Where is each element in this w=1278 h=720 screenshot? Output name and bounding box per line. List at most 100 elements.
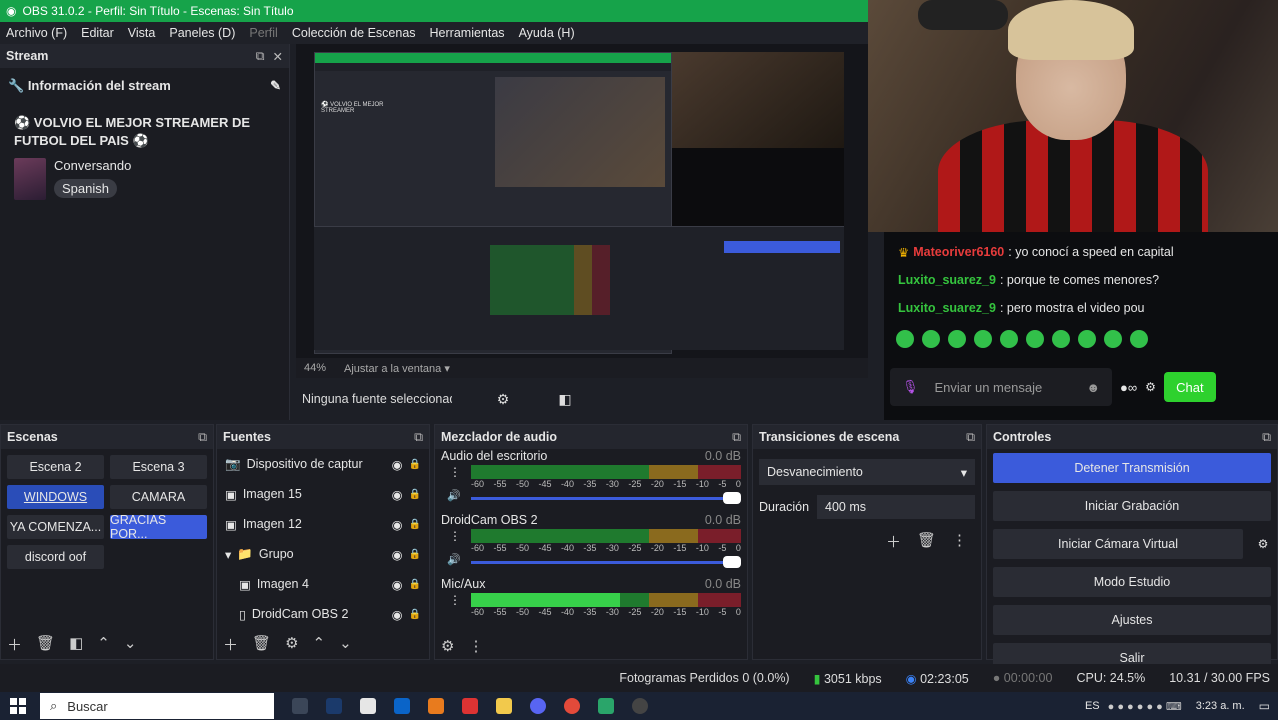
track-menu-icon[interactable]: ⋮ bbox=[449, 529, 461, 543]
taskview-icon[interactable] bbox=[292, 698, 308, 714]
mic-icon[interactable]: 🎙 bbox=[902, 379, 919, 395]
source-item[interactable]: 📷 Dispositivo de captur ◉ 🔒 bbox=[217, 449, 429, 479]
obs-icon[interactable] bbox=[632, 698, 648, 714]
scene-item[interactable]: WINDOWS bbox=[7, 485, 104, 509]
filter-icon[interactable]: ◧ bbox=[69, 634, 83, 655]
close-icon[interactable]: ✕ bbox=[273, 49, 283, 64]
add-icon[interactable]: ＋ bbox=[7, 634, 22, 655]
duration-input[interactable]: 400 ms bbox=[817, 495, 975, 519]
explorer-icon[interactable] bbox=[496, 698, 512, 714]
trash-icon[interactable]: 🗑 bbox=[917, 531, 936, 552]
menu-item[interactable]: Herramientas bbox=[430, 26, 505, 40]
scene-item[interactable]: discord oof bbox=[7, 545, 104, 569]
chrome-icon[interactable] bbox=[564, 698, 580, 714]
trash-icon[interactable]: 🗑 bbox=[36, 634, 55, 655]
chat-input[interactable]: 🎙 Enviar un mensaje ☻ bbox=[890, 368, 1112, 406]
volume-slider[interactable] bbox=[471, 489, 741, 507]
undock-icon[interactable]: ⧉ bbox=[1262, 430, 1271, 445]
virtual-camera-settings-icon[interactable]: ⚙ bbox=[1249, 537, 1277, 551]
gear-icon[interactable]: ⚙ bbox=[285, 634, 298, 655]
arrow-up-icon[interactable]: ⌃ bbox=[97, 634, 110, 655]
clock[interactable]: 3:23 a. m. bbox=[1196, 700, 1245, 712]
fit-window-select[interactable]: Ajustar a la ventana ▾ bbox=[344, 362, 450, 375]
lock-icon[interactable]: 🔒 bbox=[409, 609, 421, 620]
edge-icon[interactable] bbox=[598, 698, 614, 714]
source-item[interactable]: ▯ DroidCam OBS 2 ◉ 🔒 bbox=[217, 599, 429, 629]
notification-icon[interactable]: ▭ bbox=[1259, 699, 1270, 713]
settings-icon[interactable]: ⚙ bbox=[1145, 380, 1156, 394]
chat-username[interactable]: Luxito_suarez_9 bbox=[898, 301, 996, 315]
app-icon[interactable] bbox=[428, 698, 444, 714]
emote-icon[interactable] bbox=[948, 330, 966, 348]
chat-username[interactable]: Luxito_suarez_9 bbox=[898, 273, 996, 287]
lock-icon[interactable]: 🔒 bbox=[409, 489, 421, 500]
menu-dots-icon[interactable]: ⋮ bbox=[952, 531, 967, 552]
track-menu-icon[interactable]: ⋮ bbox=[449, 465, 461, 479]
menu-item[interactable]: Vista bbox=[128, 26, 156, 40]
source-item[interactable]: ▣ Imagen 12 ◉ 🔒 bbox=[217, 509, 429, 539]
arrow-up-icon[interactable]: ⌃ bbox=[313, 634, 326, 655]
emote-icon[interactable] bbox=[974, 330, 992, 348]
visibility-eye-icon[interactable]: ◉ bbox=[392, 577, 403, 592]
scene-item[interactable]: GRACIAS POR... bbox=[110, 513, 207, 541]
lock-icon[interactable]: 🔒 bbox=[409, 519, 421, 530]
app2-icon[interactable] bbox=[462, 698, 478, 714]
menu-item[interactable]: Editar bbox=[81, 26, 114, 40]
arrow-down-icon[interactable]: ⌄ bbox=[339, 634, 352, 655]
chat-username[interactable]: Mateoriver6160 bbox=[913, 245, 1004, 259]
visibility-eye-icon[interactable]: ◉ bbox=[392, 457, 403, 472]
scene-item[interactable]: Escena 3 bbox=[110, 455, 207, 479]
trash-icon[interactable]: 🗑 bbox=[252, 634, 271, 655]
menu-dots-icon[interactable]: ⋮ bbox=[468, 637, 483, 655]
visibility-eye-icon[interactable]: ◉ bbox=[392, 547, 403, 562]
menu-item[interactable]: Colección de Escenas bbox=[292, 26, 416, 40]
emote-icon[interactable] bbox=[896, 330, 914, 348]
lock-icon[interactable]: 🔒 bbox=[409, 459, 421, 470]
visibility-eye-icon[interactable]: ◉ bbox=[392, 607, 403, 622]
language-indicator[interactable]: ES bbox=[1085, 700, 1100, 712]
control-button[interactable]: Modo Estudio bbox=[993, 567, 1271, 597]
source-item[interactable]: ▣ Imagen 4 ◉ 🔒 bbox=[217, 569, 429, 599]
scene-item[interactable]: Escena 2 bbox=[7, 455, 104, 479]
control-button[interactable]: Iniciar Cámara Virtual bbox=[993, 529, 1243, 559]
transition-select[interactable]: Desvanecimiento ▾ bbox=[759, 459, 975, 485]
lock-icon[interactable]: 🔒 bbox=[409, 549, 421, 560]
emote-icon[interactable] bbox=[1026, 330, 1044, 348]
language-tag[interactable]: Spanish bbox=[54, 179, 117, 198]
windows-start-icon[interactable] bbox=[10, 698, 26, 714]
undock-icon[interactable]: ⧉ bbox=[256, 49, 265, 64]
volume-slider[interactable] bbox=[471, 553, 741, 571]
edit-icon[interactable]: ✎ bbox=[270, 78, 281, 94]
emote-icon[interactable] bbox=[922, 330, 940, 348]
undock-icon[interactable]: ⧉ bbox=[414, 430, 423, 445]
source-item[interactable]: ▣ Imagen 15 ◉ 🔒 bbox=[217, 479, 429, 509]
add-icon[interactable]: ＋ bbox=[886, 531, 901, 552]
control-button[interactable]: Detener Transmisión bbox=[993, 453, 1271, 483]
undock-icon[interactable]: ⧉ bbox=[198, 430, 207, 445]
store-icon[interactable] bbox=[360, 698, 376, 714]
emote-icon[interactable] bbox=[1104, 330, 1122, 348]
control-button[interactable]: Iniciar Grabación bbox=[993, 491, 1271, 521]
visibility-eye-icon[interactable]: ◉ bbox=[392, 487, 403, 502]
discord-icon[interactable] bbox=[530, 698, 546, 714]
outlook-icon[interactable] bbox=[394, 698, 410, 714]
tray-icons[interactable]: ● ● ● ● ● ● ⌨ bbox=[1108, 700, 1182, 713]
gear-icon[interactable]: ⚙ bbox=[441, 637, 454, 655]
lock-icon[interactable]: 🔒 bbox=[409, 579, 421, 590]
gear-icon[interactable]: ⚙ bbox=[492, 388, 514, 410]
source-item[interactable]: ▾ 📁 Grupo ◉ 🔒 bbox=[217, 539, 429, 569]
photoshop-icon[interactable] bbox=[326, 698, 342, 714]
undock-icon[interactable]: ⧉ bbox=[966, 430, 975, 445]
scene-item[interactable]: CAMARA bbox=[110, 485, 207, 509]
menu-item[interactable]: Perfil bbox=[249, 26, 277, 40]
menu-item[interactable]: Archivo (F) bbox=[6, 26, 67, 40]
speaker-icon[interactable]: 🔊 bbox=[447, 489, 461, 502]
emote-icon[interactable] bbox=[1052, 330, 1070, 348]
points-icon[interactable]: ●∞ bbox=[1120, 380, 1137, 395]
menu-item[interactable]: Paneles (D) bbox=[169, 26, 235, 40]
undock-icon[interactable]: ⧉ bbox=[732, 430, 741, 445]
emote-icon[interactable] bbox=[1000, 330, 1018, 348]
menu-item[interactable]: Ayuda (H) bbox=[519, 26, 575, 40]
chat-send-button[interactable]: Chat bbox=[1163, 372, 1216, 402]
expand-chevron-icon[interactable]: ▾ bbox=[225, 547, 231, 562]
